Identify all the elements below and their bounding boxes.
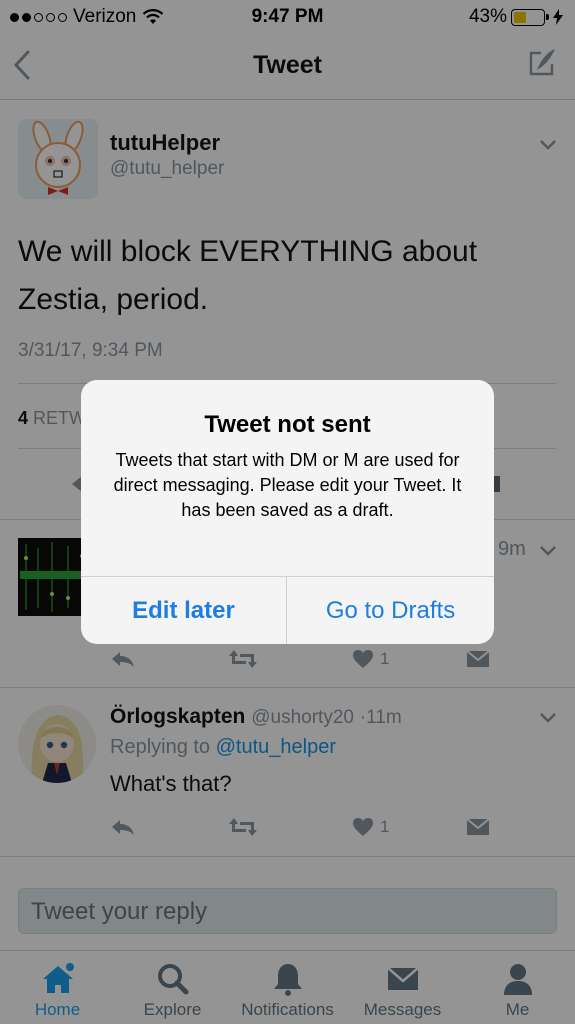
screen: Verizon 9:47 PM 43% Tweet tutuHelper @tu…: [0, 0, 575, 1024]
go-to-drafts-button[interactable]: Go to Drafts: [287, 577, 494, 644]
alert-message: Tweets that start with DM or M are used …: [113, 450, 462, 520]
alert-title: Tweet not sent: [204, 411, 371, 438]
alert-buttons: Edit later Go to Drafts: [81, 576, 494, 644]
edit-later-button[interactable]: Edit later: [81, 577, 287, 644]
alert-dialog: Tweet not sent Tweets that start with DM…: [81, 380, 494, 644]
